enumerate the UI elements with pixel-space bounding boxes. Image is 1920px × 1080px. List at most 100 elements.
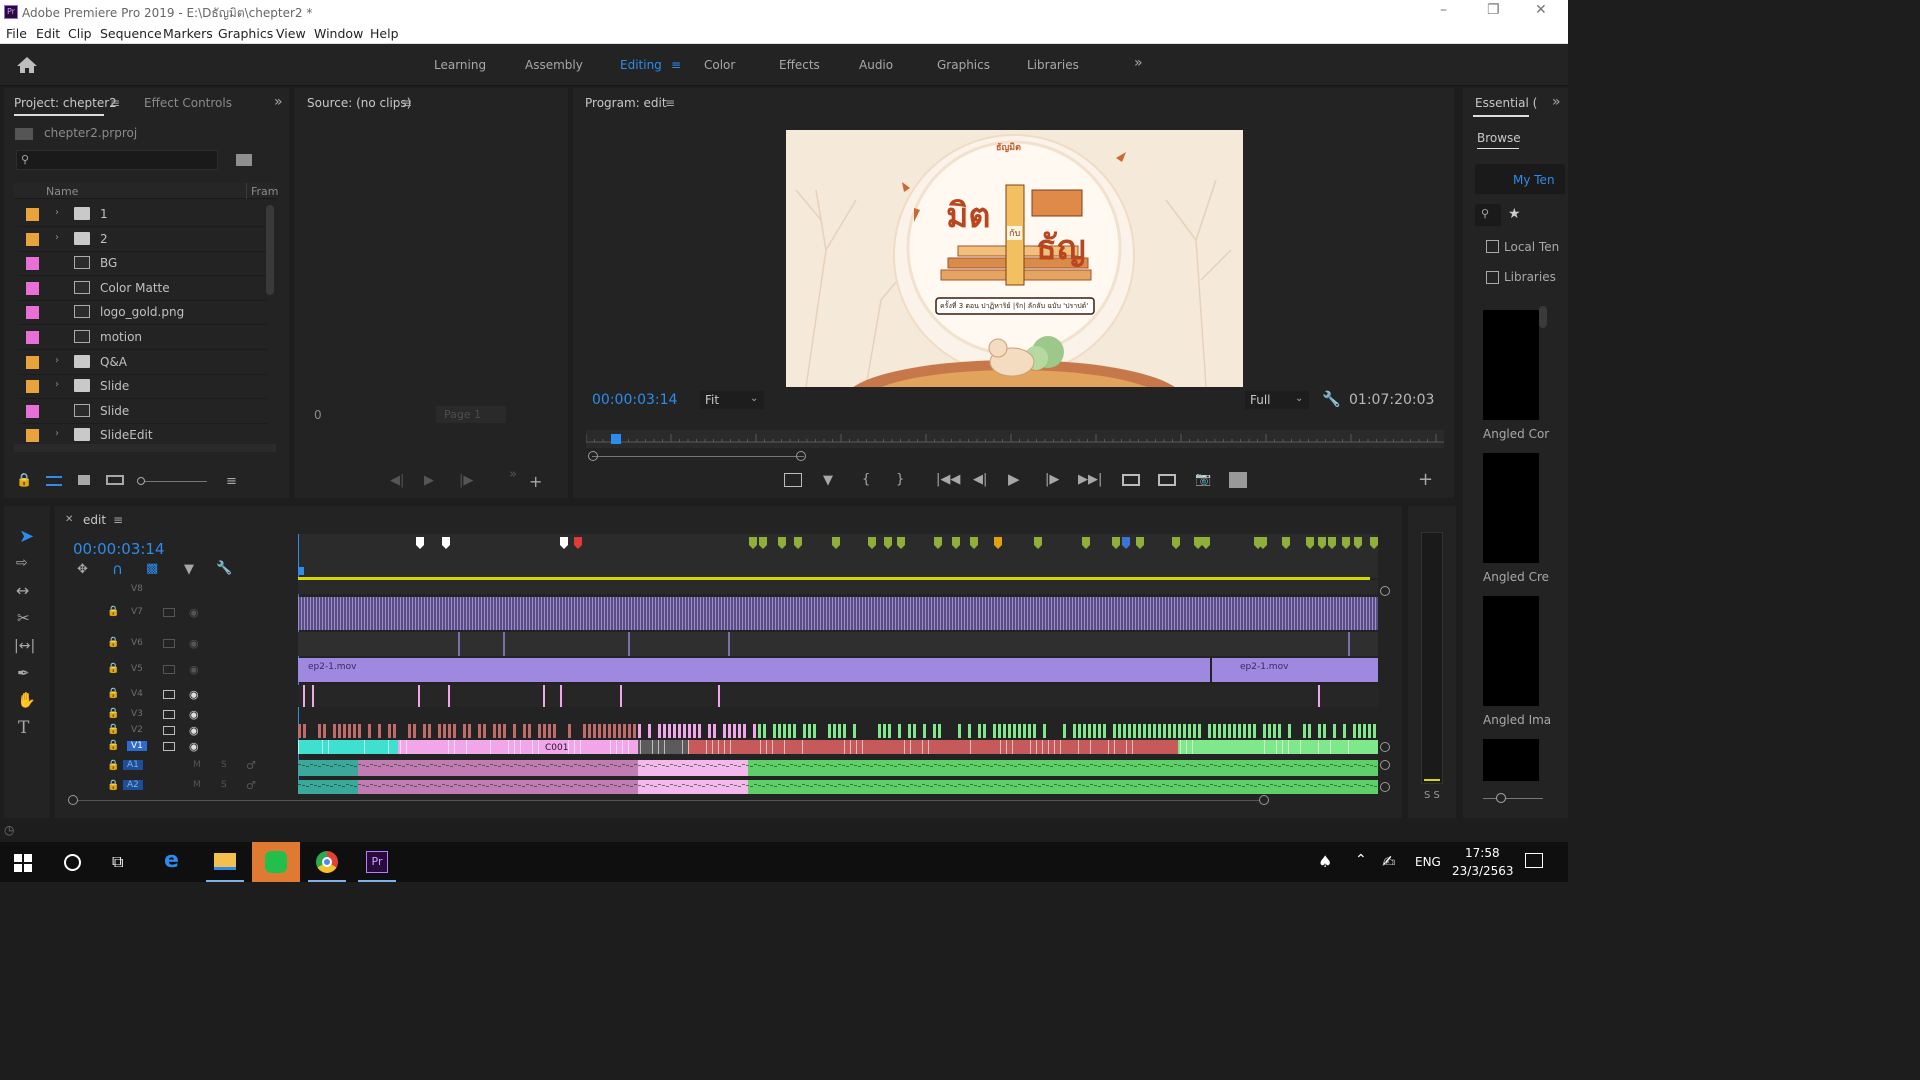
timeline-settings-icon[interactable]: 🔧 (216, 562, 232, 575)
project-hscroll[interactable] (14, 444, 276, 452)
tab-project[interactable]: Project: chepter2 (14, 96, 117, 110)
workspace-assembly[interactable]: Assembly (525, 58, 583, 72)
sync-lock-icon[interactable] (163, 690, 175, 699)
tab-browse[interactable]: Browse (1477, 131, 1521, 145)
go-to-out-icon[interactable]: ▶▶| (1078, 473, 1102, 486)
menu-graphics[interactable]: Graphics (218, 26, 273, 41)
track-lock-icon[interactable]: 🔒 (107, 724, 119, 735)
compare-view-icon[interactable] (1229, 472, 1247, 488)
track-visibility-eye-icon[interactable]: ◉ (189, 708, 199, 721)
workspace-color[interactable]: Color (704, 58, 735, 72)
menu-sequence[interactable]: Sequence (100, 26, 162, 41)
close-tab-icon[interactable]: ✕ (65, 515, 73, 525)
track-lock-icon[interactable]: 🔒 (107, 708, 119, 719)
program-title[interactable]: Program: edit (585, 96, 667, 110)
label-color-swatch[interactable] (26, 404, 39, 418)
extract-icon[interactable] (1158, 474, 1176, 486)
sync-lock-icon[interactable] (163, 726, 175, 735)
project-item[interactable]: › 2 (18, 228, 268, 252)
label-color-swatch[interactable] (26, 331, 39, 344)
safe-margins-icon[interactable] (784, 473, 802, 487)
sort-icons-icon[interactable]: ≡ (226, 475, 237, 488)
my-templates-tab[interactable]: My Ten (1475, 164, 1565, 194)
track-scroll-handle[interactable] (1380, 760, 1390, 770)
track-name[interactable]: V3 (131, 709, 143, 719)
timeline-timecode[interactable]: 00:00:03:14 (73, 540, 165, 558)
chrome-icon[interactable] (316, 851, 338, 873)
label-color-swatch[interactable] (26, 257, 39, 271)
add-button-icon[interactable]: + (529, 474, 542, 490)
snap-icon[interactable]: ∩ (112, 562, 123, 577)
track-visibility-eye-icon[interactable]: ◉ (189, 740, 199, 753)
sync-lock-icon[interactable] (163, 608, 175, 617)
add-button-icon[interactable]: + (1418, 471, 1433, 489)
play-icon[interactable]: ▶ (424, 474, 434, 487)
premiere-taskbar-icon[interactable]: Pr (366, 851, 388, 873)
source-title[interactable]: Source: (no clips) (307, 96, 411, 110)
clip-label-v5-a[interactable]: ep2-1.mov (308, 662, 356, 672)
sync-lock-icon[interactable] (163, 665, 175, 674)
track-name[interactable]: V5 (131, 664, 143, 674)
freeform-view-icon[interactable] (106, 475, 124, 485)
restore-icon[interactable]: ❐ (1487, 2, 1500, 18)
program-zoom-bar[interactable] (592, 456, 804, 457)
track-scroll-handle[interactable] (1380, 782, 1390, 792)
project-item[interactable]: motion (18, 326, 268, 350)
workspace-audio[interactable]: Audio (859, 58, 893, 72)
favorite-star-icon[interactable]: ★ (1508, 207, 1521, 221)
clock-date[interactable]: 23/3/2563 (1452, 864, 1514, 878)
menu-help[interactable]: Help (370, 26, 399, 41)
home-icon[interactable] (16, 56, 38, 74)
track-name[interactable]: V6 (131, 638, 143, 648)
timeline-zoom-bar[interactable] (73, 800, 1268, 801)
tab-effect-controls[interactable]: Effect Controls (144, 96, 232, 110)
language-indicator[interactable]: ENG (1415, 855, 1441, 869)
program-time-ruler[interactable] (586, 430, 1444, 448)
clip-label-v1[interactable]: C001 (545, 743, 568, 753)
project-item[interactable]: › Q&A (18, 351, 268, 375)
pen-workspace-icon[interactable]: ✍ (1382, 852, 1395, 871)
timeline-ruler[interactable] (298, 534, 1378, 578)
source-overflow-icon[interactable]: » (509, 468, 517, 481)
track-visibility-eye-icon[interactable]: ◉ (189, 637, 199, 650)
template-scrollbar[interactable] (1539, 306, 1547, 328)
clock-time[interactable]: 17:58 (1465, 846, 1500, 860)
track-name[interactable]: V8 (131, 584, 143, 594)
track-lock-icon[interactable]: 🔒 (107, 760, 119, 771)
voice-over-record-icon[interactable]: ♂ (246, 759, 256, 772)
timeline-zoom-right-handle[interactable] (1259, 795, 1269, 805)
edge-browser-icon[interactable]: e (164, 848, 179, 873)
expand-chevron-icon[interactable]: › (55, 355, 59, 366)
track-visibility-eye-icon[interactable]: ◉ (189, 663, 199, 676)
menu-clip[interactable]: Clip (68, 26, 92, 41)
workspace-graphics[interactable]: Graphics (937, 58, 990, 72)
go-to-in-icon[interactable]: |◀◀ (936, 473, 960, 486)
track-visibility-eye-icon[interactable]: ◉ (189, 606, 199, 619)
essential-title[interactable]: Essential ( (1475, 96, 1537, 110)
local-templates-checkbox[interactable] (1486, 240, 1499, 253)
mute-button[interactable]: M (193, 780, 201, 790)
track-name[interactable]: V1 (127, 741, 147, 751)
track-scroll-handle[interactable] (1380, 742, 1390, 752)
people-icon[interactable]: ♠ (1318, 852, 1332, 871)
new-search-bin-icon[interactable] (236, 154, 252, 166)
label-color-swatch[interactable] (26, 306, 39, 320)
linked-selection-icon[interactable]: ▩ (146, 562, 158, 575)
sequence-tab[interactable]: edit (83, 513, 106, 527)
menu-edit[interactable]: Edit (36, 26, 60, 41)
program-timecode[interactable]: 00:00:03:14 (592, 392, 677, 408)
program-zoom-right-handle[interactable] (796, 451, 806, 461)
track-lock-icon[interactable]: 🔒 (107, 740, 119, 751)
slip-tool-icon[interactable]: |↔| (14, 639, 35, 653)
timeline-zoom-left-handle[interactable] (68, 795, 78, 805)
pen-tool-icon[interactable]: ✒ (17, 666, 30, 681)
sync-lock-icon[interactable] (163, 742, 175, 751)
audio-meter-solo-labels[interactable]: S S (1424, 790, 1440, 801)
template-thumbnail[interactable] (1483, 310, 1539, 420)
razor-tool-icon[interactable]: ✂ (17, 611, 30, 626)
thumbnail-size-slider[interactable] (1483, 798, 1543, 799)
project-item[interactable]: Slide (18, 400, 268, 424)
line-app-tile[interactable] (252, 842, 300, 882)
menu-window[interactable]: Window (314, 26, 363, 41)
voice-over-record-icon[interactable]: ♂ (246, 779, 256, 792)
